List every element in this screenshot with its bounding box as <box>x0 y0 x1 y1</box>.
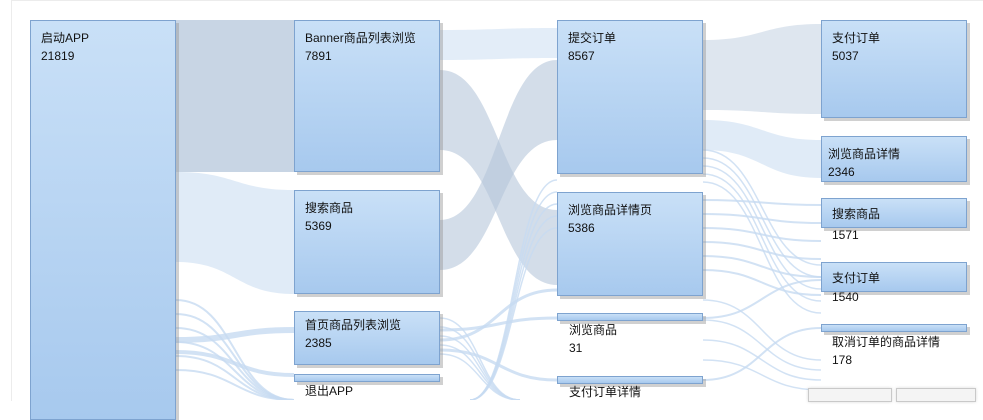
node-search-product-2[interactable]: 搜索商品 <box>821 198 967 228</box>
node-name: 启动APP <box>41 31 90 45</box>
node-name: 首页商品列表浏览 <box>305 318 402 332</box>
link-detailpage-fanout <box>702 199 822 206</box>
node-launch-app[interactable]: 启动APP 21819 <box>30 20 176 420</box>
node-label: 首页商品列表浏览 2385 <box>305 316 401 352</box>
link-launch-banner <box>176 20 294 172</box>
link-browse-pay <box>702 279 822 319</box>
link-dropoff <box>702 359 822 391</box>
node-value: 1540 <box>832 290 859 304</box>
node-cancel-order-detail[interactable] <box>821 324 967 332</box>
link-paydetail-cancel <box>702 327 822 381</box>
node-name: Banner商品列表浏览 <box>305 31 416 45</box>
node-value: 178 <box>832 353 853 367</box>
node-name: 取消订单的商品详情 <box>832 335 941 349</box>
node-search-product[interactable]: 搜索商品 5369 <box>294 190 440 294</box>
node-value: 5369 <box>305 219 332 233</box>
node-banner-list[interactable]: Banner商品列表浏览 7891 <box>294 20 440 172</box>
node-label: 搜索商品 <box>832 205 880 223</box>
node-name: 浏览商品 <box>569 323 618 337</box>
link-order-pay <box>703 24 821 114</box>
node-value: 8567 <box>568 49 595 63</box>
node-label: Banner商品列表浏览 7891 <box>305 29 416 65</box>
link-home-dropoff <box>439 344 521 400</box>
node-name: 搜索商品 <box>305 201 354 215</box>
link-dropoff <box>702 339 822 381</box>
node-name: 搜索商品 <box>832 207 881 221</box>
link-banner-order <box>440 28 557 60</box>
node-browse-product-label: 浏览商品 31 <box>569 321 617 357</box>
link-order-detail <box>703 120 821 178</box>
node-value: 21819 <box>41 49 75 63</box>
node-label: 浏览商品详情页 5386 <box>568 201 652 237</box>
node-product-detail-page[interactable]: 浏览商品详情页 5386 <box>557 192 703 296</box>
node-value: 5386 <box>568 221 595 235</box>
node-cancel-order-detail-label: 取消订单的商品详情 178 <box>832 333 940 369</box>
node-label: 支付订单 5037 <box>832 29 880 65</box>
node-name: 支付订单 <box>832 271 881 285</box>
node-label: 提交订单 8567 <box>568 29 616 65</box>
node-pay-order[interactable]: 支付订单 5037 <box>821 20 967 118</box>
node-pay-order-detail-label: 支付订单详情 <box>569 385 642 399</box>
node-name: 支付订单 <box>832 31 881 45</box>
node-name: 浏览商品详情 <box>828 147 901 161</box>
node-browse-product[interactable] <box>557 313 703 321</box>
node-label: 搜索商品 5369 <box>305 199 353 235</box>
node-submit-order[interactable]: 提交订单 8567 <box>557 20 703 174</box>
node-home-list[interactable]: 首页商品列表浏览 2385 <box>294 311 440 365</box>
node-name: 浏览商品详情页 <box>568 203 653 217</box>
node-value: 31 <box>569 341 583 355</box>
node-value: 2346 <box>828 165 855 179</box>
link-dropoff <box>702 319 822 371</box>
node-product-detail[interactable]: 浏览商品详情 2346 <box>821 136 967 182</box>
node-value: 5037 <box>832 49 859 63</box>
node-value: 1571 <box>832 228 859 242</box>
node-label: 启动APP 21819 <box>41 29 89 65</box>
sankey-chart: 启动APP 21819 Banner商品列表浏览 7891 搜索商品 5369 … <box>0 0 983 420</box>
node-name: 提交订单 <box>568 31 617 45</box>
node-exit-app-label: 退出APP <box>305 384 354 398</box>
node-value: 7891 <box>305 49 332 63</box>
link-launch-search <box>176 172 294 294</box>
node-label: 浏览商品详情 2346 <box>828 145 900 181</box>
link-detailpage-fanout <box>702 269 822 296</box>
node-exit-app[interactable] <box>294 374 440 382</box>
link-home-dropoff <box>439 353 521 400</box>
node-value: 2385 <box>305 336 332 350</box>
node-label: 支付订单 <box>832 269 880 287</box>
